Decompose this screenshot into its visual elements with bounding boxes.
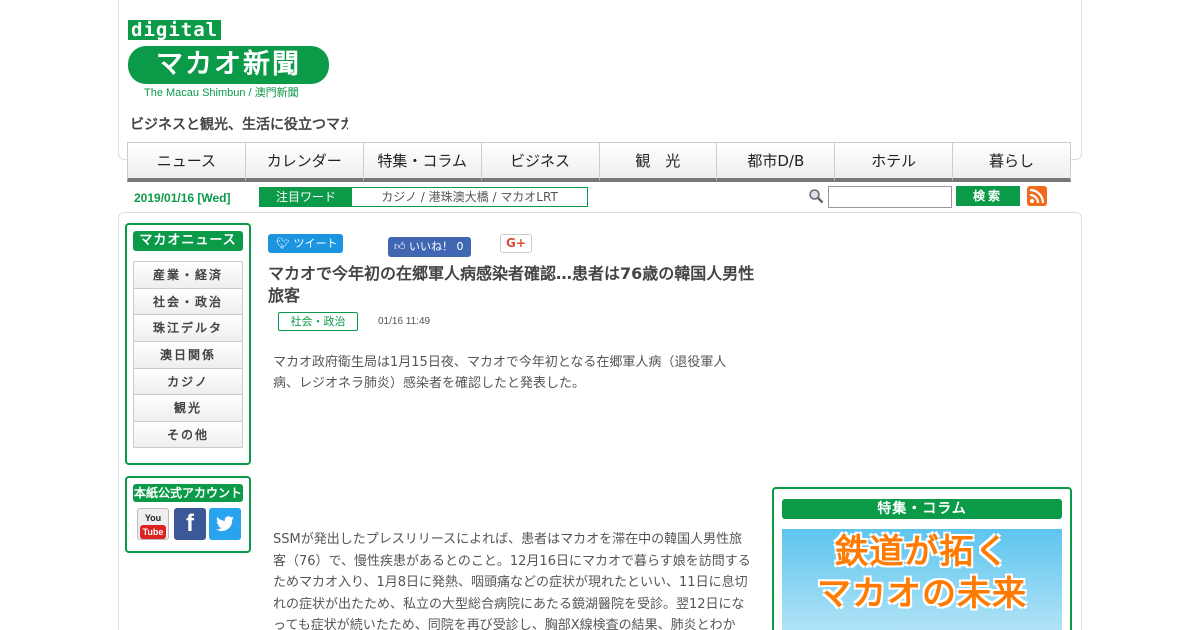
official-accounts-panel: 本紙公式アカウント You Tube f (125, 476, 251, 553)
facebook-like-button[interactable]: 👍︎ いいね！ 0 (388, 237, 471, 257)
keyword-links[interactable]: カジノ / 港珠澳大橋 / マカオLRT (352, 188, 587, 206)
search-icon (809, 189, 824, 204)
nav-item-living[interactable]: 暮らし (952, 142, 1071, 182)
nav-item-calendar[interactable]: カレンダー (244, 142, 363, 182)
site-logo[interactable]: digital マカオ新聞 The Macau Shimbun / 澳門新聞 (128, 20, 333, 100)
nav-item-city-db[interactable]: 都市D/B (716, 142, 835, 182)
feature-column-title: 特集・コラム (782, 499, 1062, 519)
thumbs-up-icon: 👍︎ (394, 240, 409, 253)
category-society-politics[interactable]: 社会・政治 (133, 287, 243, 315)
keyword-bar: 注目ワード カジノ / 港珠澳大橋 / マカオLRT (259, 187, 588, 207)
category-industry-economy[interactable]: 産業・経済 (133, 261, 243, 288)
like-label: いいね！ 0 (409, 240, 464, 253)
youtube-icon-label-2: Tube (140, 525, 166, 539)
nav-item-tourism[interactable]: 観 光 (598, 142, 717, 182)
current-date: 2019/01/16 [Wed] (134, 191, 231, 205)
article-body: SSMが発出したプレスリリースによれば、患者はマカオを滞在中の韓国人男性旅客（7… (273, 532, 751, 630)
article-category-tag[interactable]: 社会・政治 (278, 312, 358, 331)
article-lead: マカオ政府衛生局は1月15日夜、マカオで今年初となる在郷軍人病（退役軍人病、レジ… (273, 355, 727, 391)
search-input[interactable] (828, 186, 952, 208)
nav-item-business[interactable]: ビジネス (480, 142, 599, 182)
twitter-bird-icon: 🐦︎ (276, 237, 294, 250)
tweet-button[interactable]: 🐦︎ ツイート (268, 234, 343, 253)
news-category-list: 産業・経済 社会・政治 珠江デルタ 澳日関係 カジノ 観光 その他 (133, 261, 243, 448)
feature-banner-line-1: 鉄道が拓く (834, 532, 1010, 572)
youtube-icon[interactable]: You Tube (137, 508, 169, 540)
category-macau-japan[interactable]: 澳日関係 (133, 341, 243, 368)
rss-icon[interactable] (1027, 186, 1047, 206)
article-timestamp: 01/16 11:49 (378, 316, 431, 327)
youtube-icon-label: You (144, 513, 162, 523)
news-category-title: マカオニュース (133, 231, 243, 251)
nav-item-features[interactable]: 特集・コラム (362, 142, 481, 182)
google-plus-button[interactable]: G+ (500, 234, 532, 253)
category-pearl-river-delta[interactable]: 珠江デルタ (133, 314, 243, 342)
keyword-label: 注目ワード (260, 188, 352, 206)
feature-banner-line-2: マカオの未来 (817, 574, 1027, 614)
category-casino[interactable]: カジノ (133, 367, 243, 395)
official-accounts-title: 本紙公式アカウント (133, 484, 243, 502)
category-tourism[interactable]: 観光 (133, 394, 243, 422)
category-other[interactable]: その他 (133, 421, 243, 448)
search-button[interactable]: 検索 (956, 186, 1020, 206)
nav-item-hotel[interactable]: ホテル (834, 142, 953, 182)
nav-item-news[interactable]: ニュース (127, 142, 245, 182)
logo-digital-mark: digital (128, 20, 222, 40)
twitter-icon[interactable] (209, 508, 241, 540)
article-title: マカオで今年初の在郷軍人病感染者確認…患者は76歳の韓国人男性旅客 (268, 264, 755, 305)
main-nav: ニュース カレンダー 特集・コラム ビジネス 観 光 都市D/B ホテル 暮らし (127, 142, 1071, 182)
tweet-label: ツイート (293, 237, 338, 250)
site-tagline: ビジネスと観光、生活に役立つマカオ (130, 117, 348, 133)
feature-banner[interactable]: 鉄道が拓く マカオの未来 (782, 529, 1062, 630)
news-category-panel: マカオニュース 産業・経済 社会・政治 珠江デルタ 澳日関係 カジノ 観光 その… (125, 223, 251, 465)
logo-wordmark: マカオ新聞 (128, 46, 329, 84)
feature-column-panel: 特集・コラム 鉄道が拓く マカオの未来 (772, 487, 1072, 630)
facebook-icon[interactable]: f (174, 508, 206, 540)
logo-subtitle: The Macau Shimbun / 澳門新聞 (144, 87, 299, 99)
